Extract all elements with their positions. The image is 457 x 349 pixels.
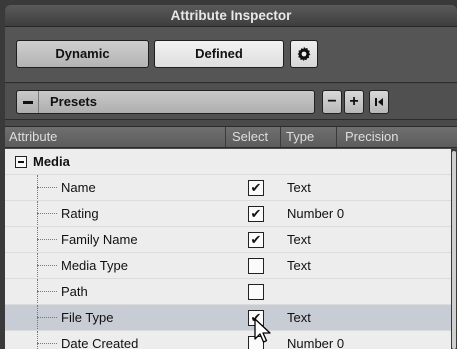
tree-row[interactable]: Name ✔ Text bbox=[5, 175, 451, 201]
tree-guide-line bbox=[37, 305, 38, 331]
attribute-name: Path bbox=[61, 284, 88, 299]
settings-button[interactable] bbox=[290, 40, 318, 68]
column-header-type[interactable]: Type bbox=[281, 127, 337, 147]
mouse-cursor-icon bbox=[254, 318, 271, 343]
tree-group-media[interactable]: Media bbox=[5, 149, 451, 175]
column-header-row: Attribute Select Type Precision bbox=[5, 126, 457, 148]
select-checkbox[interactable]: ✔ bbox=[248, 232, 264, 248]
reset-preset-button[interactable] bbox=[369, 90, 389, 114]
attribute-name: Name bbox=[61, 180, 96, 195]
tree-guide-line bbox=[37, 331, 38, 349]
gear-icon bbox=[297, 46, 311, 62]
attribute-tree: Media Name ✔ Text Rating ✔ Number 0 Fami… bbox=[5, 149, 451, 349]
tree-branch-line bbox=[37, 291, 57, 292]
attribute-type[interactable]: Text bbox=[287, 305, 311, 331]
column-header-select[interactable]: Select bbox=[226, 127, 281, 147]
select-checkbox[interactable]: ✔ bbox=[248, 206, 264, 222]
presets-selector[interactable]: Presets bbox=[16, 90, 315, 114]
skip-to-start-icon bbox=[375, 98, 383, 106]
tree-branch-line bbox=[37, 317, 57, 318]
select-checkbox[interactable] bbox=[248, 284, 264, 300]
tree-branch-line bbox=[37, 343, 57, 344]
presets-label: Presets bbox=[50, 94, 97, 109]
select-checkbox[interactable] bbox=[248, 258, 264, 274]
attribute-type[interactable]: Number 0 bbox=[287, 201, 344, 227]
tree-guide-line bbox=[37, 279, 38, 305]
group-label: Media bbox=[33, 154, 70, 169]
attribute-name: Date Created bbox=[61, 336, 139, 349]
tree-guide-line bbox=[37, 253, 38, 279]
remove-preset-button[interactable]: − bbox=[322, 90, 342, 114]
mode-toolbar: Dynamic Defined bbox=[5, 27, 457, 83]
tree-row[interactable]: Rating ✔ Number 0 bbox=[5, 201, 451, 227]
tree-row[interactable]: Family Name ✔ Text bbox=[5, 227, 451, 253]
attribute-name: Media Type bbox=[61, 258, 128, 273]
scrollbar-thumb[interactable] bbox=[452, 151, 456, 349]
select-checkbox[interactable]: ✔ bbox=[248, 180, 264, 196]
column-header-precision[interactable]: Precision bbox=[337, 127, 457, 147]
minus-icon bbox=[22, 100, 33, 104]
tree-row[interactable]: Media Type Text bbox=[5, 253, 451, 279]
tree-branch-line bbox=[37, 213, 57, 214]
tree-guide-line bbox=[37, 175, 38, 201]
window-title: Attribute Inspector bbox=[5, 5, 457, 27]
attribute-type[interactable]: Text bbox=[287, 227, 311, 253]
attribute-inspector-panel: Attribute Inspector Dynamic Defined Pres… bbox=[5, 5, 457, 349]
attribute-type[interactable]: Text bbox=[287, 253, 311, 279]
attribute-type[interactable]: Number 0 bbox=[287, 331, 344, 349]
collapse-group-button[interactable] bbox=[15, 156, 27, 168]
vertical-scrollbar[interactable] bbox=[451, 149, 457, 349]
tree-branch-line bbox=[37, 239, 57, 240]
attribute-type[interactable]: Text bbox=[287, 175, 311, 201]
tree-row[interactable]: Date Created Number 0 bbox=[5, 331, 451, 349]
add-preset-button[interactable]: + bbox=[344, 90, 364, 114]
column-header-attribute[interactable]: Attribute bbox=[5, 127, 226, 147]
dynamic-button[interactable]: Dynamic bbox=[16, 40, 149, 68]
attribute-name: File Type bbox=[61, 310, 114, 325]
collapse-presets-button[interactable] bbox=[17, 91, 39, 113]
tree-guide-line bbox=[37, 227, 38, 253]
tree-row[interactable]: Path bbox=[5, 279, 451, 305]
attribute-name: Family Name bbox=[61, 232, 138, 247]
tree-row-selected[interactable]: File Type ✔ Text bbox=[5, 305, 451, 331]
defined-button[interactable]: Defined bbox=[154, 40, 284, 68]
tree-branch-line bbox=[37, 187, 57, 188]
tree-guide-line bbox=[37, 201, 38, 227]
presets-toolbar: Presets − + bbox=[5, 84, 457, 120]
attribute-name: Rating bbox=[61, 206, 99, 221]
minus-icon bbox=[18, 161, 24, 163]
tree-branch-line bbox=[37, 265, 57, 266]
